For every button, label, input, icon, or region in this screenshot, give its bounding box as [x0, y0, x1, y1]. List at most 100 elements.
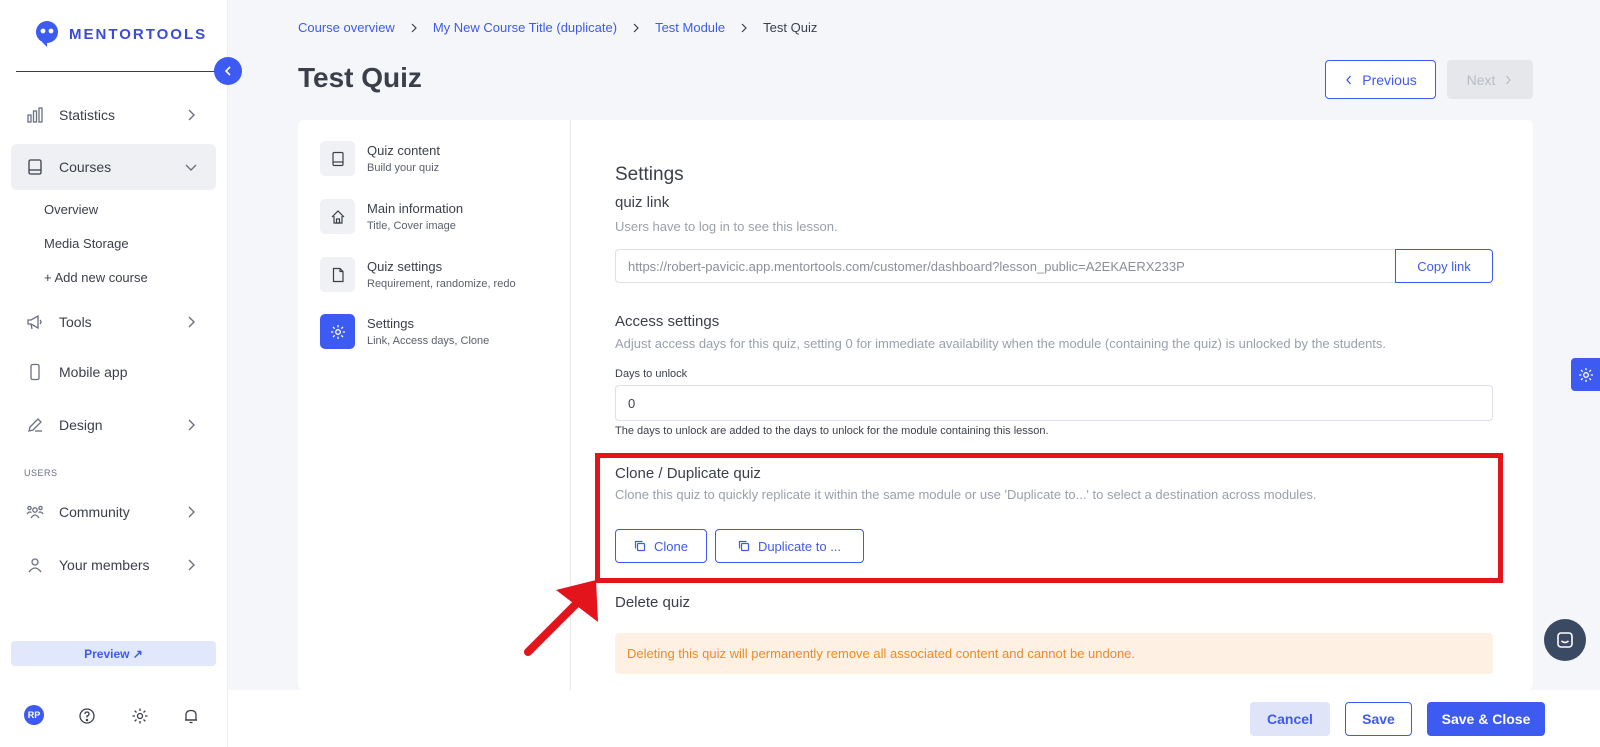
step-quiz-settings[interactable]: Quiz settings Requirement, randomize, re…: [320, 257, 516, 292]
book-icon: [25, 157, 45, 177]
chevron-right-icon: [188, 559, 195, 571]
days-to-unlock-help: The days to unlock are added to the days…: [615, 425, 1049, 437]
breadcrumb-current: Test Quiz: [763, 20, 818, 35]
logo-icon: [36, 21, 58, 47]
chevron-right-icon: [188, 419, 195, 431]
clone-button[interactable]: Clone: [615, 529, 707, 563]
step-title: Quiz content: [367, 143, 440, 158]
annotation-arrow-icon: [524, 580, 598, 656]
community-icon: [25, 502, 45, 522]
clone-section-description: Clone this quiz to quickly replicate it …: [615, 487, 1317, 502]
settings-heading: Settings: [615, 164, 684, 185]
user-icon: [25, 555, 45, 575]
page-title: Test Quiz: [298, 62, 422, 93]
sidebar-item-statistics[interactable]: Statistics: [11, 92, 216, 138]
days-to-unlock-label: Days to unlock: [615, 368, 688, 380]
chat-button[interactable]: [1544, 619, 1586, 661]
book-icon: [320, 141, 355, 176]
sidebar-divider: [16, 71, 216, 72]
breadcrumb: Course overview My New Course Title (dup…: [298, 20, 817, 35]
floating-settings-button[interactable]: [1571, 358, 1600, 391]
phone-icon: [25, 362, 45, 382]
duplicate-to-button[interactable]: Duplicate to ...: [715, 529, 864, 563]
clone-section-title: Clone / Duplicate quiz: [615, 465, 761, 482]
quiz-link-field[interactable]: https://robert-pavicic.app.mentortools.c…: [615, 249, 1395, 283]
bell-icon[interactable]: [180, 705, 202, 727]
access-settings-description: Adjust access days for this quiz, settin…: [615, 336, 1387, 351]
sidebar-item-label: Tools: [59, 314, 92, 330]
save-button[interactable]: Save: [1345, 702, 1412, 736]
chevron-right-icon: [633, 23, 639, 32]
previous-label: Previous: [1362, 71, 1417, 88]
megaphone-icon: [25, 312, 45, 332]
breadcrumb-course[interactable]: My New Course Title (duplicate): [433, 20, 617, 35]
chevron-right-icon: [741, 23, 748, 32]
avatar[interactable]: RP: [24, 705, 44, 725]
step-quiz-content[interactable]: Quiz content Build your quiz: [320, 141, 440, 176]
help-icon[interactable]: [76, 705, 98, 727]
sidebar-item-community[interactable]: Community: [11, 489, 216, 535]
sidebar-item-label: Design: [59, 417, 103, 433]
sidebar-item-label: Courses: [59, 159, 112, 175]
preview-button[interactable]: Preview ↗: [11, 641, 216, 666]
logo-text: MENTORTOOLS: [69, 25, 208, 43]
collapse-sidebar-button[interactable]: [214, 57, 242, 85]
chevron-right-icon: [1506, 75, 1512, 84]
quiz-editor-card: Quiz content Build your quiz Main inform…: [298, 120, 1533, 690]
breadcrumb-module[interactable]: Test Module: [655, 20, 725, 35]
delete-warning: Deleting this quiz will permanently remo…: [615, 633, 1493, 674]
chat-icon: [1557, 632, 1573, 648]
copy-link-button[interactable]: Copy link: [1395, 249, 1493, 283]
footer-bar: Cancel Save Save & Close: [228, 690, 1600, 747]
sidebar-item-courses[interactable]: Courses: [11, 144, 216, 190]
sidebar-sub-media-storage[interactable]: Media Storage: [44, 236, 129, 251]
step-subtitle: Link, Access days, Clone: [367, 335, 490, 347]
sidebar-item-tools[interactable]: Tools: [11, 299, 216, 345]
copy-icon: [634, 540, 646, 552]
sidebar: MENTORTOOLS Statistics Courses Overview …: [0, 0, 228, 747]
chevron-left-icon: [1346, 75, 1352, 84]
save-close-button[interactable]: Save & Close: [1427, 702, 1545, 736]
home-icon: [320, 199, 355, 234]
chevron-right-icon: [188, 109, 195, 121]
previous-button[interactable]: Previous: [1325, 60, 1436, 99]
step-title: Quiz settings: [367, 259, 443, 274]
step-subtitle: Title, Cover image: [367, 220, 456, 232]
step-subtitle: Build your quiz: [367, 162, 440, 174]
sidebar-sub-add-course[interactable]: + Add new course: [44, 270, 148, 285]
section-label-users: USERS: [24, 468, 58, 478]
sidebar-item-label: Community: [59, 504, 130, 520]
pencil-icon: [25, 415, 45, 435]
document-icon: [320, 257, 355, 292]
sidebar-item-design[interactable]: Design: [11, 402, 216, 448]
delete-section-title: Delete quiz: [615, 594, 691, 611]
next-button[interactable]: Next: [1447, 60, 1533, 99]
breadcrumb-course-overview[interactable]: Course overview: [298, 20, 395, 35]
days-to-unlock-input[interactable]: 0: [615, 385, 1493, 421]
sidebar-footer: RP: [0, 705, 228, 735]
sidebar-item-label: Statistics: [59, 107, 116, 123]
quiz-link-title: quiz link: [615, 194, 670, 211]
logo[interactable]: MENTORTOOLS: [33, 20, 207, 48]
chevron-right-icon: [188, 506, 195, 518]
step-main-information[interactable]: Main information Title, Cover image: [320, 199, 463, 234]
duplicate-label: Duplicate to ...: [757, 538, 842, 554]
sidebar-item-mobile-app[interactable]: Mobile app: [11, 349, 216, 395]
bar-chart-icon: [25, 105, 45, 125]
gear-icon: [1578, 367, 1593, 382]
quiz-link-description: Users have to log in to see this lesson.: [615, 219, 838, 234]
step-subtitle: Requirement, randomize, redo: [367, 278, 516, 290]
sidebar-sub-overview[interactable]: Overview: [44, 202, 98, 217]
chevron-right-icon: [411, 23, 417, 32]
step-settings[interactable]: Settings Link, Access days, Clone: [320, 314, 489, 349]
next-label: Next: [1466, 71, 1496, 88]
cancel-button[interactable]: Cancel: [1250, 702, 1330, 736]
access-settings-title: Access settings: [615, 313, 720, 330]
clone-label: Clone: [654, 538, 688, 554]
sidebar-item-label: Your members: [59, 557, 150, 573]
gear-icon: [320, 314, 355, 349]
sidebar-item-label: Mobile app: [59, 364, 128, 380]
chevron-left-icon: [224, 66, 231, 76]
gear-icon[interactable]: [129, 705, 151, 727]
sidebar-item-your-members[interactable]: Your members: [11, 542, 216, 588]
